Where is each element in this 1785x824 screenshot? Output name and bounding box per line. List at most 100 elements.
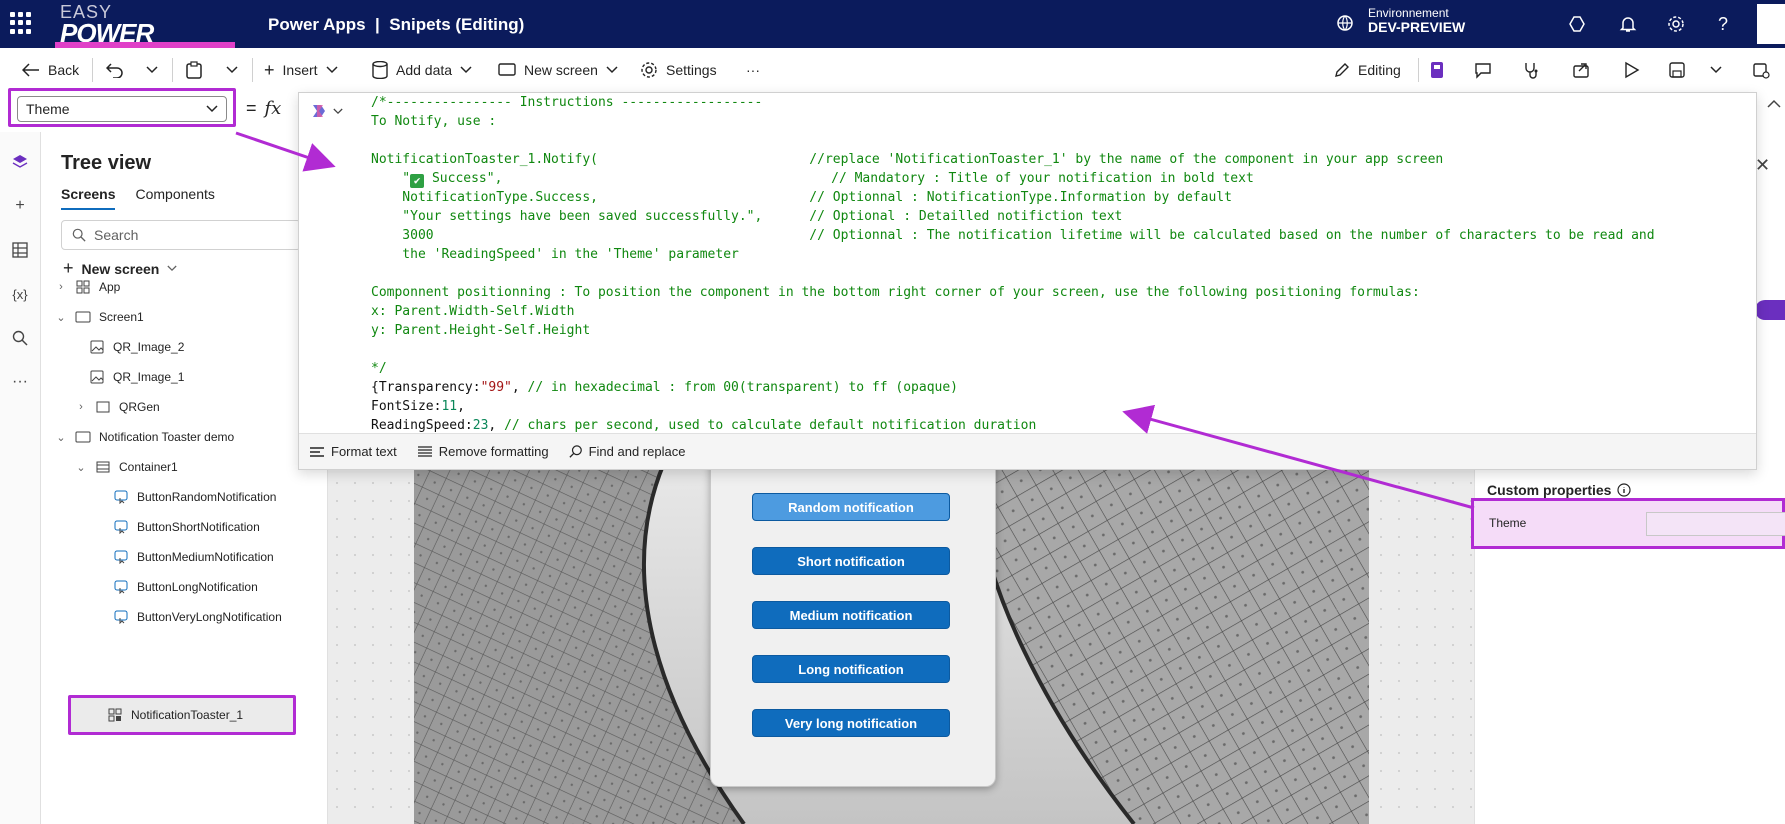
theme-property-row[interactable]: Theme	[1471, 498, 1785, 549]
pencil-icon	[1335, 63, 1349, 77]
copilot-icon[interactable]	[1566, 12, 1590, 36]
property-dropdown[interactable]: Theme	[8, 88, 236, 127]
tree-item-notification-toaster-1[interactable]: NotificationToaster_1	[68, 695, 296, 735]
layers-icon[interactable]	[8, 150, 32, 174]
gear-icon[interactable]	[1664, 12, 1688, 36]
back-arrow-icon	[22, 63, 39, 77]
new-screen-button[interactable]: New screen	[498, 58, 618, 82]
remove-formatting-button[interactable]: Remove formatting	[417, 444, 549, 459]
copilot-button[interactable]	[309, 101, 343, 121]
chevron-down-icon[interactable]: ⌄	[75, 461, 87, 474]
screen-icon	[498, 63, 516, 76]
format-text-button[interactable]: Format text	[309, 444, 397, 459]
tree-item-button-long[interactable]: ButtonLongNotification	[113, 572, 258, 602]
tree-item-label: Notification Toaster demo	[99, 430, 235, 444]
info-icon	[1617, 483, 1632, 497]
share-icon[interactable]	[1572, 58, 1590, 82]
environment-picker[interactable]: Environnement DEV-PREVIEW	[1368, 6, 1465, 34]
editing-button[interactable]: Editing	[1334, 58, 1401, 82]
chevron-down-icon	[206, 105, 218, 113]
back-button[interactable]: Back	[22, 58, 79, 82]
more-button[interactable]: ···	[746, 58, 760, 82]
tree-item-button-very-long[interactable]: ButtonVeryLongNotification	[113, 602, 282, 632]
left-rail: + {x} ···	[0, 132, 41, 824]
tree-search-input[interactable]: Search	[61, 220, 301, 250]
tab-components[interactable]: Components	[135, 186, 214, 210]
chevron-right-icon[interactable]: ›	[55, 281, 67, 293]
formula-code[interactable]: /*---------------- Instructions --------…	[371, 93, 1655, 435]
chevron-down-icon[interactable]: ⌄	[55, 311, 67, 324]
tree-item-notification-toaster-demo[interactable]: ⌄ Notification Toaster demo	[55, 422, 234, 452]
more-icon[interactable]: ···	[8, 370, 32, 394]
short-notification-button[interactable]: Short notification	[752, 547, 950, 575]
format-icon	[310, 446, 324, 457]
tree-item-container1[interactable]: ⌄ Container1	[75, 452, 177, 482]
tree-item-app[interactable]: › App	[55, 272, 120, 302]
settings-label: Settings	[666, 62, 717, 78]
collapse-formula-icon[interactable]	[1767, 96, 1781, 112]
medium-notification-button[interactable]: Medium notification	[752, 601, 950, 629]
tree-item-screen1[interactable]: ⌄ Screen1	[55, 302, 143, 332]
chevron-down-icon[interactable]: ⌄	[55, 431, 67, 444]
publish-icon[interactable]	[1752, 58, 1770, 82]
long-notification-button[interactable]: Long notification	[752, 655, 950, 683]
random-notification-button[interactable]: Random notification	[752, 493, 950, 521]
environment-label: Environnement	[1368, 6, 1449, 20]
close-icon[interactable]: ✕	[1755, 155, 1770, 176]
search-icon	[568, 444, 582, 458]
tab-screens[interactable]: Screens	[61, 186, 116, 210]
tree-item-qr-image-1[interactable]: QR_Image_1	[89, 362, 184, 392]
bell-icon[interactable]	[1616, 12, 1640, 36]
image-icon	[89, 339, 105, 355]
undo-icon	[106, 63, 123, 78]
toggle-switch[interactable]	[1755, 300, 1785, 320]
plus-icon[interactable]: +	[8, 194, 32, 218]
avatar[interactable]	[1757, 4, 1785, 44]
tree-item-label: ButtonLongNotification	[137, 580, 258, 594]
theme-property-label: Theme	[1489, 516, 1527, 530]
tree-item-qr-image-2[interactable]: QR_Image_2	[89, 332, 184, 362]
insert-button[interactable]: + Insert	[264, 58, 338, 82]
new-screen-label: New screen	[524, 62, 598, 78]
formula-editor[interactable]: /*---------------- Instructions --------…	[298, 92, 1757, 470]
chevron-down-icon[interactable]	[146, 58, 158, 82]
waffle-icon[interactable]	[10, 12, 32, 34]
stethoscope-icon[interactable]	[1522, 58, 1540, 82]
property-dropdown-value: Theme	[26, 101, 70, 117]
screen-icon	[75, 309, 91, 325]
search-icon[interactable]	[8, 326, 32, 350]
gear-icon	[641, 62, 657, 78]
tree-item-label: App	[99, 280, 121, 294]
variables-icon[interactable]: {x}	[8, 282, 32, 306]
tree-item-label: ButtonVeryLongNotification	[137, 610, 282, 624]
tree-item-button-short[interactable]: ButtonShortNotification	[113, 512, 260, 542]
grid-icon[interactable]	[8, 238, 32, 262]
search-icon	[72, 228, 86, 242]
fx-label: = fx	[246, 98, 281, 119]
tree-item-button-random[interactable]: ButtonRandomNotification	[113, 482, 276, 512]
brand-logo: EASY POWER PLATFORM	[55, 0, 235, 79]
save-icon[interactable]	[1668, 58, 1686, 82]
chevron-down-icon[interactable]	[226, 58, 238, 82]
chevron-down-icon[interactable]	[1710, 58, 1722, 82]
button-icon	[113, 549, 129, 565]
tree-item-qrgen[interactable]: › QRGen	[75, 392, 160, 422]
app-checker-icon[interactable]	[1428, 58, 1446, 82]
play-icon[interactable]	[1622, 58, 1640, 82]
add-data-button[interactable]: Add data	[372, 58, 472, 82]
theme-property-input[interactable]	[1646, 512, 1785, 536]
chevron-right-icon[interactable]: ›	[75, 401, 87, 413]
very-long-notification-button[interactable]: Very long notification	[752, 709, 950, 737]
tree-item-label: ButtonRandomNotification	[137, 490, 277, 504]
editor-gutter	[299, 93, 369, 433]
comment-icon[interactable]	[1474, 58, 1492, 82]
paste-button[interactable]	[186, 58, 202, 82]
settings-button[interactable]: Settings	[640, 58, 717, 82]
help-icon[interactable]: ?	[1711, 12, 1735, 36]
tree-item-button-medium[interactable]: ButtonMediumNotification	[113, 542, 274, 572]
format-text-label: Format text	[331, 444, 397, 459]
undo-button[interactable]	[106, 58, 124, 82]
chevron-down-icon	[333, 108, 343, 114]
find-replace-button[interactable]: Find and replace	[568, 444, 685, 459]
custom-properties-header: Custom properties	[1487, 482, 1632, 498]
